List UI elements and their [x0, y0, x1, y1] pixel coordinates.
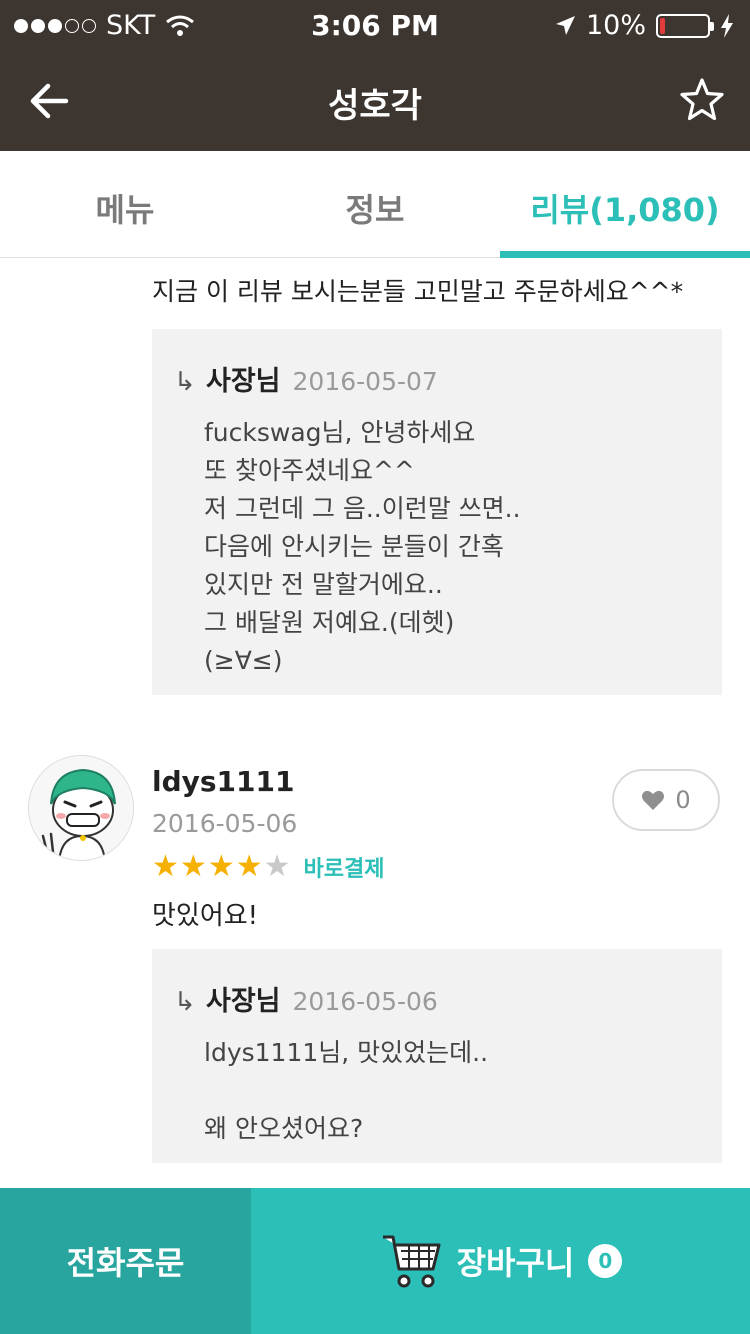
reply-body: fuckswag님, 안녕하세요 또 찾아주셨네요^^ 저 그런데 그 음..이…	[204, 418, 521, 675]
tab-bar: 메뉴 정보 리뷰(1,080)	[0, 151, 750, 259]
review-list[interactable]: 지금 이 리뷰 보시는분들 고민말고 주문하세요^^* ↳ 사장님 2016-0…	[0, 258, 750, 1188]
reply-header: ↳ 사장님 2016-05-07	[174, 359, 722, 398]
status-right: 10%	[554, 10, 734, 41]
reply-arrow-icon: ↳	[174, 987, 196, 1017]
cart-button[interactable]: 장바구니 0	[251, 1188, 750, 1334]
reply-date: 2016-05-07	[292, 367, 438, 396]
reply-body: ldys1111님, 맛있었는데.. 왜 안오셨어요?	[204, 1038, 489, 1143]
call-order-label: 전화주문	[66, 1244, 185, 1282]
heart-icon	[642, 790, 665, 810]
page-title: 성호각	[328, 86, 422, 126]
cart-count-badge: 0	[588, 1244, 623, 1278]
star-outline-icon[interactable]	[678, 76, 726, 124]
owner-reply-box: ↳ 사장님 2016-05-07 fuckswag님, 안녕하세요 또 찾아주셨…	[152, 329, 722, 695]
rating-star-icon: ★	[179, 849, 207, 884]
rating-star-icon: ★	[263, 849, 291, 884]
tab-reviews[interactable]: 리뷰(1,080)	[500, 151, 750, 259]
location-arrow-icon	[555, 15, 575, 35]
reply-date: 2016-05-06	[292, 987, 438, 1016]
shopping-cart-icon	[382, 1235, 441, 1288]
call-order-button[interactable]: 전화주문	[0, 1188, 251, 1334]
reply-header: ↳ 사장님 2016-05-06	[174, 979, 722, 1018]
tab-info[interactable]: 정보	[250, 151, 500, 258]
tab-info-label: 정보	[345, 191, 405, 229]
avatar[interactable]	[28, 755, 134, 861]
like-button[interactable]: 0	[612, 769, 720, 831]
rating-star-icon: ★	[152, 849, 179, 884]
tab-menu[interactable]: 메뉴	[0, 151, 250, 258]
review-text: 맛있어요!	[152, 901, 259, 931]
reply-owner: 사장님	[206, 366, 281, 397]
reply-owner: 사장님	[206, 986, 281, 1017]
rating-star-icon: ★	[207, 849, 235, 884]
tab-reviews-label: 리뷰(1,080)	[530, 191, 720, 229]
tab-menu-label: 메뉴	[95, 191, 155, 229]
reply-arrow-icon: ↳	[174, 367, 196, 397]
like-count: 0	[675, 786, 691, 814]
battery-percent: 10%	[585, 10, 646, 41]
battery-icon	[656, 13, 714, 38]
rating-star-icon: ★	[235, 849, 263, 884]
cart-label: 장바구니	[456, 1244, 575, 1282]
avatar-character-icon	[29, 756, 133, 860]
rating: ★ ★ ★ ★ ★ 바로결제	[152, 851, 385, 883]
bottom-action-bar: 전화주문 장바구니 0	[0, 1188, 750, 1334]
status-bar: SKT 3:06 PM 10%	[0, 0, 750, 50]
charging-bolt-icon	[721, 13, 733, 38]
review-date: 2016-05-06	[152, 809, 298, 838]
owner-reply-box: ↳ 사장님 2016-05-06 ldys1111님, 맛있었는데.. 왜 안오…	[152, 949, 722, 1163]
review-item: ldys1111 2016-05-06 ★ ★ ★ ★ ★ 바로결제 맛있어요!…	[0, 755, 750, 1175]
review-username: ldys1111	[152, 765, 295, 798]
nav-bar: 성호각	[0, 50, 750, 151]
payment-badge: 바로결제	[303, 857, 385, 882]
previous-review-text: 지금 이 리뷰 보시는분들 고민말고 주문하세요^^*	[152, 277, 684, 306]
